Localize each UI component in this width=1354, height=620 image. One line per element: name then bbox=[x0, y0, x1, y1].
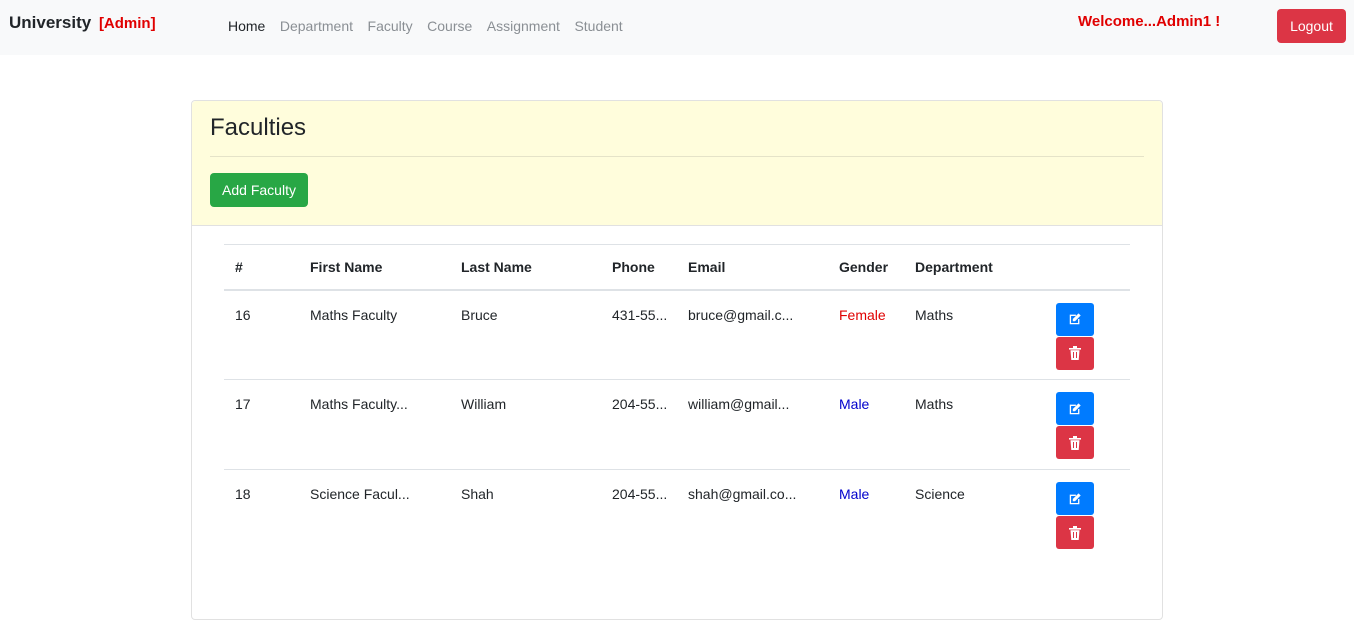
page-title: Faculties bbox=[210, 114, 307, 141]
nav-assignment[interactable]: Assignment bbox=[487, 18, 560, 34]
cell-first-name: Science Facul... bbox=[310, 486, 410, 502]
cell-actions bbox=[1055, 470, 1130, 560]
cell-last-name: Shah bbox=[461, 486, 494, 502]
edit-button[interactable] bbox=[1056, 482, 1094, 515]
faculty-table: # First Name Last Name Phone Email Gende… bbox=[224, 244, 1130, 560]
cell-email: shah@gmail.co... bbox=[688, 486, 797, 502]
cell-department: Science bbox=[915, 486, 965, 502]
table-row: 18 Science Facul... Shah 204-55... shah@… bbox=[224, 470, 1130, 560]
cell-last-name: Bruce bbox=[461, 306, 498, 323]
cell-first-name: Maths Faculty bbox=[310, 306, 398, 323]
col-email: Email bbox=[688, 258, 726, 275]
trash-icon bbox=[1069, 525, 1081, 540]
col-last-name: Last Name bbox=[461, 258, 532, 275]
brand-name: University bbox=[9, 13, 92, 32]
cell-actions bbox=[1055, 380, 1130, 470]
brand[interactable]: University [Admin] bbox=[9, 13, 156, 33]
cell-gender: Female bbox=[839, 306, 886, 323]
cell-gender: Male bbox=[839, 486, 870, 502]
cell-last-name: William bbox=[461, 396, 507, 412]
col-actions bbox=[1055, 245, 1130, 290]
cell-id: 16 bbox=[235, 306, 251, 323]
divider bbox=[210, 156, 1144, 157]
table-row: 16 Maths Faculty Bruce 431-55... bruce@g… bbox=[224, 290, 1130, 380]
cell-department: Maths bbox=[915, 396, 954, 412]
cell-department: Maths bbox=[915, 306, 954, 323]
add-faculty-button[interactable]: Add Faculty bbox=[210, 173, 308, 207]
cell-actions bbox=[1055, 290, 1130, 380]
col-phone: Phone bbox=[612, 258, 655, 275]
col-department: Department bbox=[915, 258, 993, 275]
card-header: Faculties Add Faculty bbox=[192, 101, 1162, 226]
nav-department[interactable]: Department bbox=[280, 18, 353, 34]
cell-phone: 204-55... bbox=[612, 396, 668, 412]
table-header-row: # First Name Last Name Phone Email Gende… bbox=[224, 244, 1130, 290]
logout-button[interactable]: Logout bbox=[1277, 9, 1346, 43]
col-first-name: First Name bbox=[310, 258, 383, 275]
col-gender: Gender bbox=[839, 258, 889, 275]
cell-id: 18 bbox=[235, 486, 251, 502]
role-badge: [Admin] bbox=[98, 15, 156, 32]
nav-home[interactable]: Home bbox=[228, 18, 265, 34]
cell-id: 17 bbox=[235, 396, 251, 412]
cell-email: william@gmail... bbox=[688, 396, 790, 412]
trash-icon bbox=[1069, 346, 1081, 360]
cell-email: bruce@gmail.c... bbox=[688, 306, 794, 323]
trash-icon bbox=[1069, 435, 1081, 450]
cell-phone: 431-55... bbox=[612, 306, 668, 323]
cell-first-name: Maths Faculty... bbox=[310, 396, 408, 412]
faculties-card: Faculties Add Faculty # First Name Last … bbox=[191, 100, 1163, 620]
welcome-message: Welcome...Admin1 ! bbox=[1078, 13, 1221, 30]
edit-button[interactable] bbox=[1056, 392, 1094, 425]
cell-phone: 204-55... bbox=[612, 486, 668, 502]
main-nav: Home Department Faculty Course Assignmen… bbox=[228, 18, 637, 34]
delete-button[interactable] bbox=[1056, 516, 1094, 549]
edit-icon bbox=[1069, 313, 1081, 325]
cell-gender: Male bbox=[839, 396, 870, 412]
nav-student[interactable]: Student bbox=[574, 18, 622, 34]
table-row: 17 Maths Faculty... William 204-55... wi… bbox=[224, 380, 1130, 470]
navbar: University [Admin] Home Department Facul… bbox=[0, 0, 1354, 55]
col-id: # bbox=[235, 258, 243, 275]
delete-button[interactable] bbox=[1056, 336, 1094, 370]
edit-button[interactable] bbox=[1056, 302, 1094, 336]
nav-faculty[interactable]: Faculty bbox=[368, 18, 413, 34]
edit-icon bbox=[1069, 492, 1081, 504]
edit-icon bbox=[1069, 402, 1081, 414]
nav-course[interactable]: Course bbox=[427, 18, 472, 34]
delete-button[interactable] bbox=[1056, 426, 1094, 459]
